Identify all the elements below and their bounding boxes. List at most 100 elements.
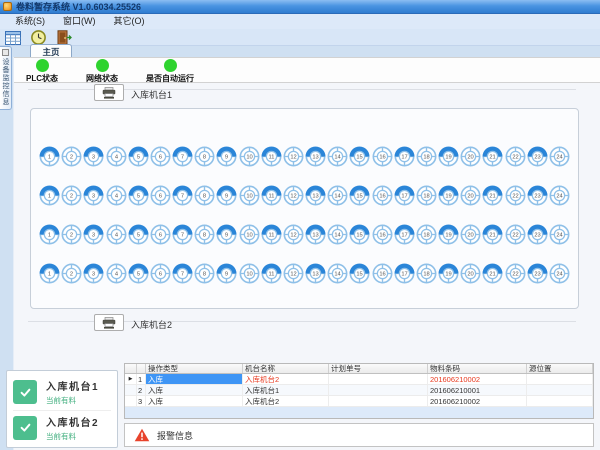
table-row-1[interactable]: ▶1入库入库机台2 201606210002 bbox=[125, 374, 593, 385]
svg-text:16: 16 bbox=[379, 155, 385, 161]
machine-card-2[interactable]: 入库机台2 当前有料 bbox=[13, 410, 111, 442]
cell-barcode[interactable]: 201606210002 bbox=[428, 396, 527, 406]
col-header-plan-no[interactable]: 计划单号 bbox=[329, 364, 428, 373]
slot-dial-icon: 24 bbox=[549, 263, 570, 284]
cell-op-type[interactable]: 入库 bbox=[146, 396, 243, 406]
table-empty-row[interactable] bbox=[125, 407, 593, 418]
svg-text:24: 24 bbox=[556, 194, 563, 200]
row-number: 1 bbox=[137, 374, 146, 384]
svg-text:18: 18 bbox=[423, 272, 429, 278]
cell-op-type[interactable]: 入库 bbox=[146, 374, 243, 384]
slot-dial-icon: 10 bbox=[239, 185, 260, 206]
table-row-3[interactable]: 3入库入库机台2201606210002 bbox=[125, 396, 593, 407]
cell-machine[interactable]: 入库机台2 bbox=[243, 396, 329, 406]
svg-text:11: 11 bbox=[268, 272, 274, 278]
cell-machine[interactable]: 入库机台2 bbox=[243, 374, 329, 384]
cell-barcode[interactable]: 201606210001 bbox=[428, 385, 527, 395]
slot-dial-icon: 9 bbox=[216, 263, 237, 284]
menu-system[interactable]: 系统(S) bbox=[6, 14, 54, 29]
col-header-machine[interactable]: 机台名称 bbox=[243, 364, 329, 373]
cell-machine[interactable]: 入库机台1 bbox=[243, 385, 329, 395]
svg-text:5: 5 bbox=[137, 194, 140, 200]
slot-indicator-20: 20 bbox=[460, 146, 481, 167]
slot-indicator-8: 8 bbox=[194, 263, 215, 284]
cell-source[interactable] bbox=[527, 374, 593, 384]
menu-other[interactable]: 其它(O) bbox=[105, 14, 154, 29]
slot-dial-icon: 1 bbox=[39, 224, 60, 245]
slot-indicator-18: 18 bbox=[416, 146, 437, 167]
col-header-op-type[interactable]: 操作类型 bbox=[146, 364, 243, 373]
tab-home[interactable]: 主页 bbox=[30, 44, 72, 58]
slot-indicator-7: 7 bbox=[172, 146, 193, 167]
clock-button[interactable] bbox=[29, 29, 47, 45]
slot-indicator-19: 19 bbox=[438, 263, 459, 284]
slot-indicator-5: 5 bbox=[128, 224, 149, 245]
cell-plan-no[interactable] bbox=[329, 396, 428, 406]
slot-indicator-21: 21 bbox=[482, 224, 503, 245]
svg-text:15: 15 bbox=[357, 155, 363, 161]
slot-indicator-2: 2 bbox=[61, 185, 82, 206]
slot-indicator-18: 18 bbox=[416, 185, 437, 206]
svg-text:8: 8 bbox=[203, 194, 206, 200]
print-station2-button[interactable] bbox=[94, 314, 124, 331]
cell-source[interactable] bbox=[527, 396, 593, 406]
slot-indicator-24: 24 bbox=[549, 146, 570, 167]
network-status-light bbox=[96, 59, 109, 72]
print-station1-button[interactable] bbox=[94, 84, 124, 101]
menu-window[interactable]: 窗口(W) bbox=[54, 14, 105, 29]
cell-plan-no[interactable] bbox=[329, 385, 428, 395]
svg-text:19: 19 bbox=[445, 194, 451, 200]
slot-dial-icon: 5 bbox=[128, 224, 149, 245]
slot-dial-icon: 22 bbox=[505, 185, 526, 206]
slot-indicator-20: 20 bbox=[460, 224, 481, 245]
svg-text:16: 16 bbox=[379, 194, 385, 200]
cell-source[interactable] bbox=[527, 385, 593, 395]
slot-indicator-21: 21 bbox=[482, 146, 503, 167]
row-selector: ▶ bbox=[125, 374, 137, 384]
svg-text:5: 5 bbox=[137, 155, 140, 161]
exit-door-icon bbox=[55, 30, 72, 45]
slot-indicator-8: 8 bbox=[194, 146, 215, 167]
storage-slots-panel: 1234567891011121314151617181920212223241… bbox=[30, 108, 579, 309]
slot-indicator-17: 17 bbox=[394, 185, 415, 206]
table-row-2[interactable]: 2入库入库机台1201606210001 bbox=[125, 385, 593, 396]
slot-indicator-15: 15 bbox=[349, 224, 370, 245]
slot-dial-icon: 6 bbox=[150, 146, 171, 167]
svg-text:15: 15 bbox=[357, 233, 363, 239]
svg-text:10: 10 bbox=[246, 155, 252, 161]
slot-indicator-21: 21 bbox=[482, 185, 503, 206]
slot-dial-icon: 20 bbox=[460, 146, 481, 167]
task-table: 操作类型 机台名称 计划单号 物料条码 源位置 ▶1入库入库机台22016062… bbox=[124, 363, 594, 419]
slot-dial-icon: 6 bbox=[150, 224, 171, 245]
slot-dial-icon: 8 bbox=[194, 185, 215, 206]
slot-indicator-3: 3 bbox=[83, 185, 104, 206]
slot-indicator-7: 7 bbox=[172, 224, 193, 245]
cell-barcode[interactable]: 201606210002 bbox=[428, 374, 527, 384]
slot-indicator-23: 23 bbox=[527, 263, 548, 284]
machine-card-1[interactable]: 入库机台1 当前有料 bbox=[13, 376, 111, 408]
auto-run-light bbox=[164, 59, 177, 72]
cell-op-type[interactable]: 入库 bbox=[146, 385, 243, 395]
col-header-barcode[interactable]: 物料条码 bbox=[428, 364, 527, 373]
slot-indicator-3: 3 bbox=[83, 224, 104, 245]
slot-indicator-19: 19 bbox=[438, 185, 459, 206]
slot-indicator-9: 9 bbox=[216, 185, 237, 206]
slot-dial-icon: 22 bbox=[505, 224, 526, 245]
slot-dial-icon: 5 bbox=[128, 263, 149, 284]
slot-indicator-14: 14 bbox=[327, 224, 348, 245]
svg-text:2: 2 bbox=[70, 155, 73, 161]
exit-button[interactable] bbox=[54, 29, 72, 45]
slot-indicator-19: 19 bbox=[438, 224, 459, 245]
slot-dial-icon: 15 bbox=[349, 146, 370, 167]
svg-text:13: 13 bbox=[312, 194, 318, 200]
col-header-source[interactable]: 源位置 bbox=[527, 364, 593, 373]
svg-text:8: 8 bbox=[203, 155, 206, 161]
row-selector bbox=[125, 385, 137, 395]
side-dock-tab[interactable]: 设备监控信息 bbox=[0, 46, 12, 110]
dock-tab-label: 设备监控信息 bbox=[1, 58, 10, 106]
slot-indicator-22: 22 bbox=[505, 263, 526, 284]
status-strip: PLC状态 网络状态 是否自动运行 bbox=[14, 57, 600, 83]
cell-plan-no[interactable] bbox=[329, 374, 428, 384]
slot-indicator-13: 13 bbox=[305, 224, 326, 245]
calendar-grid-button[interactable] bbox=[4, 29, 22, 45]
